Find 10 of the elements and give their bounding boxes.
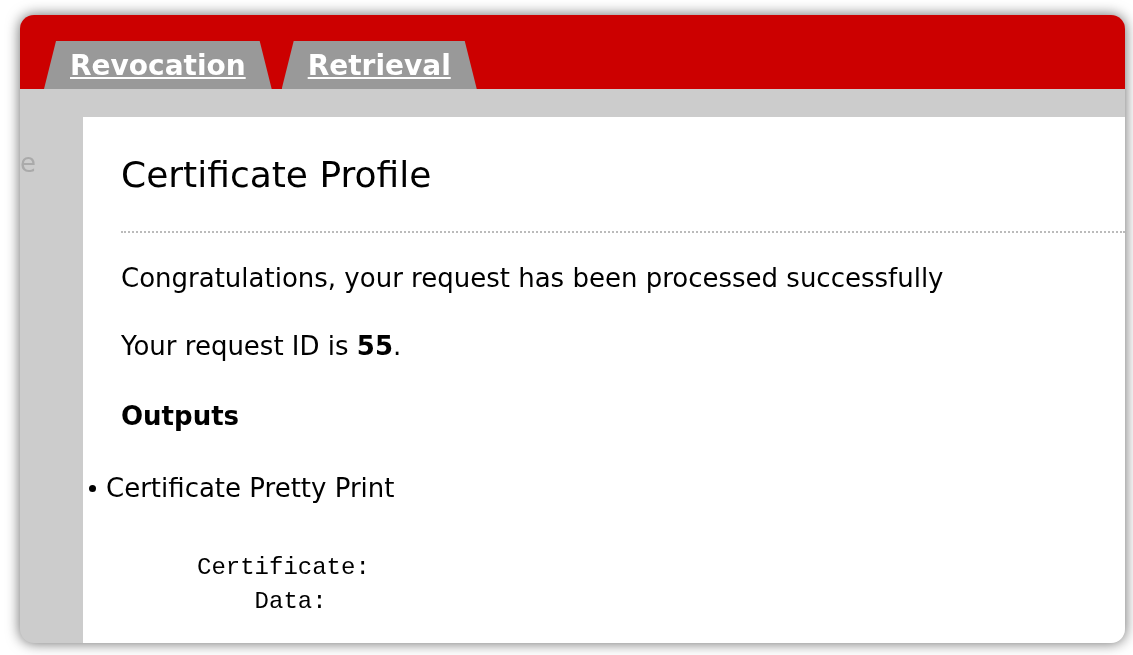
page-title: Certificate Profile	[121, 157, 432, 193]
section-heading: Outputs	[121, 403, 240, 429]
bullet-icon	[89, 484, 96, 492]
request-id-text: Your request ID is 55.	[121, 333, 402, 359]
certificate-line: Certificate:	[197, 553, 370, 583]
certificate-line: Data:	[253, 587, 327, 617]
output-label: Certificate Pretty Print	[106, 475, 395, 501]
tab[interactable]: Revocation	[44, 41, 272, 89]
success-message: Congratulations, your request has been processed successfully	[121, 265, 944, 291]
tab[interactable]: Retrieval	[281, 41, 477, 89]
